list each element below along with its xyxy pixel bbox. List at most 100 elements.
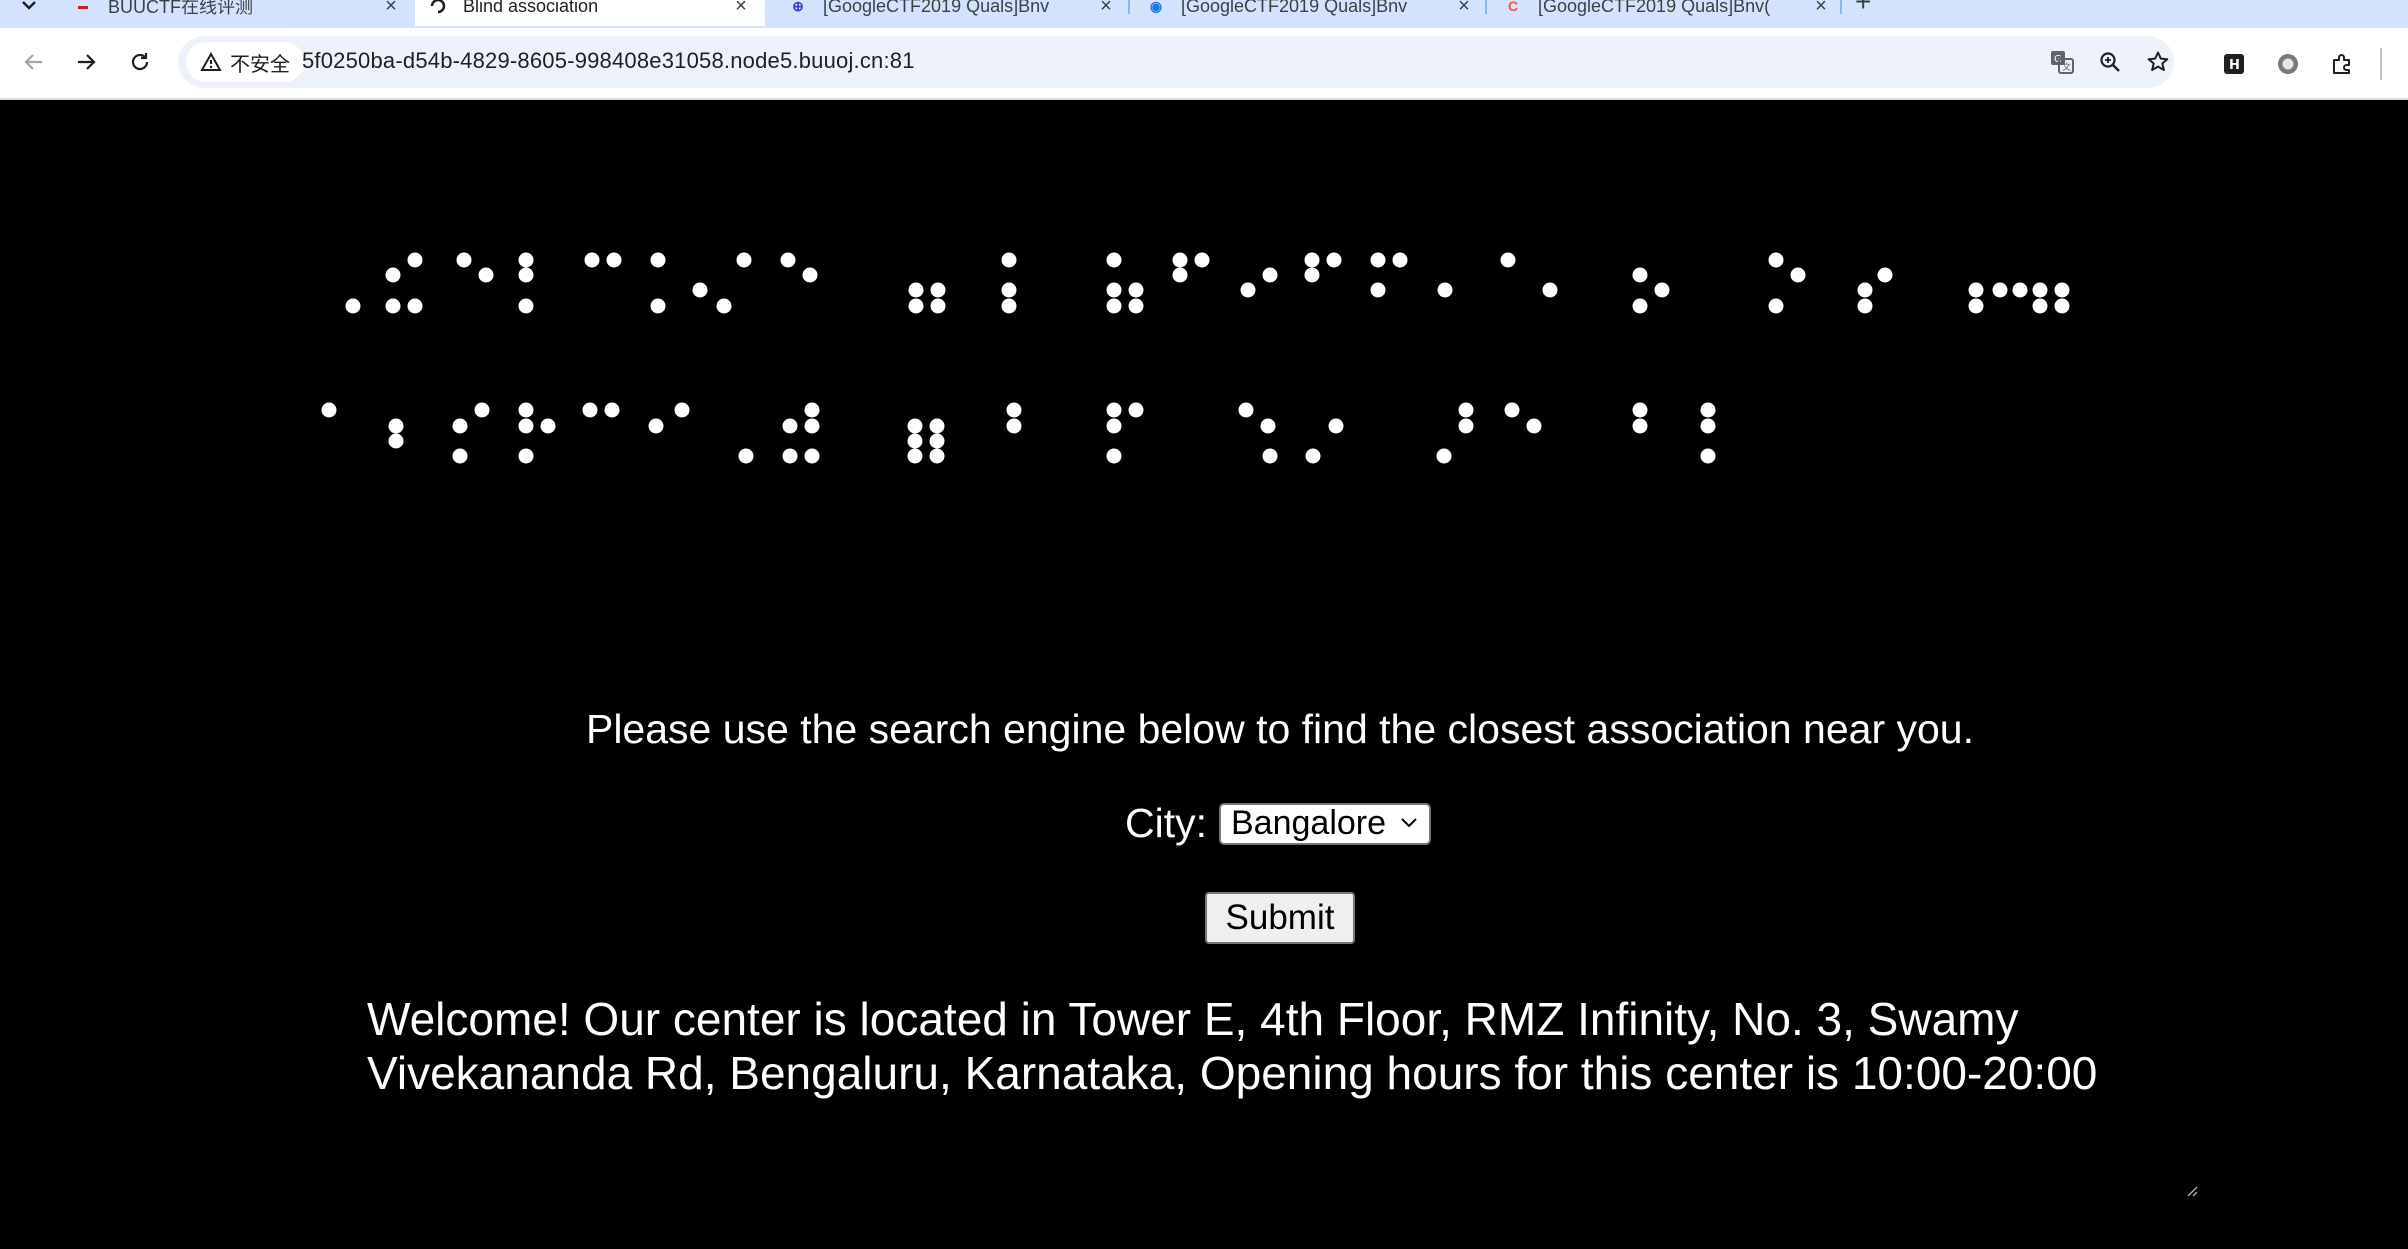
tab-googlectf-3[interactable]: C [GoogleCTF2019 Quals]Bnv( × bbox=[1490, 0, 1845, 26]
braille-dot bbox=[1001, 282, 1017, 298]
braille-dot bbox=[1790, 267, 1806, 283]
tab-separator bbox=[1840, 0, 1842, 14]
braille-dot bbox=[1328, 418, 1344, 434]
braille-dot bbox=[1700, 418, 1716, 434]
edge-icon: ◉ bbox=[1149, 0, 1163, 14]
braille-dot bbox=[1436, 448, 1452, 464]
reload-button[interactable] bbox=[120, 42, 160, 82]
braille-dot bbox=[321, 402, 337, 418]
toolbar-divider bbox=[2380, 48, 2382, 80]
braille-dot bbox=[518, 448, 534, 464]
svg-text:H: H bbox=[2229, 58, 2240, 73]
braille-dot bbox=[1240, 282, 1256, 298]
braille-dot bbox=[1128, 402, 1144, 418]
braille-dot bbox=[1262, 267, 1278, 283]
braille-header bbox=[321, 252, 2070, 464]
braille-dot bbox=[1001, 298, 1017, 314]
resize-grip-icon[interactable] bbox=[2186, 1185, 2198, 1197]
braille-dot bbox=[604, 402, 620, 418]
page-content: Please use the search engine below to fi… bbox=[0, 100, 2408, 1249]
extensions-button[interactable] bbox=[2322, 44, 2362, 84]
close-icon[interactable]: × bbox=[379, 0, 403, 18]
braille-dot bbox=[474, 402, 490, 418]
tab-title: Blind association bbox=[463, 0, 599, 16]
braille-dot bbox=[804, 418, 820, 434]
braille-dot bbox=[1304, 252, 1320, 268]
site-security-chip[interactable]: 不安全 bbox=[186, 42, 304, 82]
url-text[interactable]: 5f0250ba-d54b-4829-8605-998408e31058.nod… bbox=[302, 48, 915, 74]
braille-dot bbox=[1654, 282, 1670, 298]
city-select[interactable]: Bangalore bbox=[1219, 802, 1431, 845]
braille-dot bbox=[1877, 267, 1893, 283]
braille-dot bbox=[929, 448, 945, 464]
extension-h-icon: H bbox=[2224, 54, 2244, 74]
braille-dot bbox=[345, 298, 361, 314]
chevron-down-icon bbox=[1401, 817, 1417, 827]
braille-dot bbox=[648, 418, 664, 434]
braille-dot bbox=[1106, 282, 1122, 298]
braille-dot bbox=[908, 298, 924, 314]
tab-buuctf[interactable]: ▬ BUUCTF在线评测 × bbox=[60, 0, 415, 26]
city-selected-value: Bangalore bbox=[1231, 804, 1387, 842]
back-button[interactable] bbox=[14, 42, 54, 82]
intro-text: Please use the search engine below to fi… bbox=[585, 706, 1975, 752]
braille-dot bbox=[1504, 402, 1520, 418]
bookmark-star-icon bbox=[2147, 51, 2169, 71]
tab-title: [GoogleCTF2019 Quals]Bnv bbox=[823, 0, 1050, 16]
close-icon[interactable]: × bbox=[729, 0, 753, 18]
submit-button[interactable]: Submit bbox=[1205, 892, 1355, 944]
braille-dot bbox=[692, 282, 708, 298]
extensions-puzzle-icon bbox=[2333, 54, 2350, 74]
zoom-icon bbox=[2100, 52, 2120, 72]
braille-dot bbox=[518, 252, 534, 268]
braille-dot bbox=[518, 267, 534, 283]
forward-button[interactable] bbox=[66, 42, 106, 82]
braille-dot bbox=[1106, 448, 1122, 464]
braille-dot bbox=[1006, 418, 1022, 434]
page-icon bbox=[427, 0, 449, 17]
tab-search-button[interactable] bbox=[14, 0, 44, 18]
braille-dot bbox=[1542, 282, 1558, 298]
braille-dot bbox=[2054, 282, 2070, 298]
address-bar[interactable]: 不安全 5f0250ba-d54b-4829-8605-998408e31058… bbox=[178, 36, 2174, 88]
city-field: City: Bangalore bbox=[1125, 800, 1431, 847]
new-tab-button[interactable]: + bbox=[1855, 0, 1871, 18]
bookmark-button[interactable] bbox=[2140, 44, 2176, 80]
plus-icon: + bbox=[1855, 0, 1872, 17]
translate-button[interactable]: G文 bbox=[2044, 44, 2080, 80]
braille-dot bbox=[804, 402, 820, 418]
braille-dot bbox=[1768, 252, 1784, 268]
braille-dot bbox=[1632, 298, 1648, 314]
tab-separator bbox=[1128, 0, 1130, 14]
braille-dot bbox=[736, 252, 752, 268]
tab-blind-association[interactable]: Blind association × bbox=[415, 0, 765, 26]
braille-dot bbox=[650, 298, 666, 314]
braille-dot bbox=[1700, 402, 1716, 418]
braille-dot bbox=[1857, 298, 1873, 314]
tab-googlectf-2[interactable]: ◉ [GoogleCTF2019 Quals]Bnv × bbox=[1133, 0, 1488, 26]
braille-dot bbox=[1260, 418, 1276, 434]
braille-dot bbox=[908, 282, 924, 298]
braille-dot bbox=[606, 252, 622, 268]
braille-dot bbox=[540, 418, 556, 434]
braille-dot bbox=[478, 267, 494, 283]
braille-dot bbox=[907, 418, 923, 434]
braille-dot bbox=[1500, 252, 1516, 268]
tab-separator bbox=[1485, 0, 1487, 14]
close-icon[interactable]: × bbox=[1094, 0, 1118, 18]
extension-h-button[interactable]: H bbox=[2214, 44, 2254, 84]
forward-icon bbox=[78, 54, 96, 70]
close-icon[interactable]: × bbox=[1452, 0, 1476, 18]
tab-googlectf-1[interactable]: ⊕ [GoogleCTF2019 Quals]Bnv × bbox=[775, 0, 1130, 26]
braille-dot bbox=[2032, 282, 2048, 298]
braille-dot bbox=[929, 433, 945, 449]
svg-text:文: 文 bbox=[2062, 61, 2071, 73]
braille-dot bbox=[1632, 418, 1648, 434]
braille-dot bbox=[1857, 282, 1873, 298]
close-icon[interactable]: × bbox=[1809, 0, 1833, 18]
tab-strip: ▬ BUUCTF在线评测 × Blind association × ⊕ [Go… bbox=[0, 0, 2408, 28]
braille-dot bbox=[407, 298, 423, 314]
zoom-button[interactable] bbox=[2092, 44, 2128, 80]
extension-circle-button[interactable] bbox=[2268, 44, 2308, 84]
braille-dot bbox=[388, 418, 404, 434]
